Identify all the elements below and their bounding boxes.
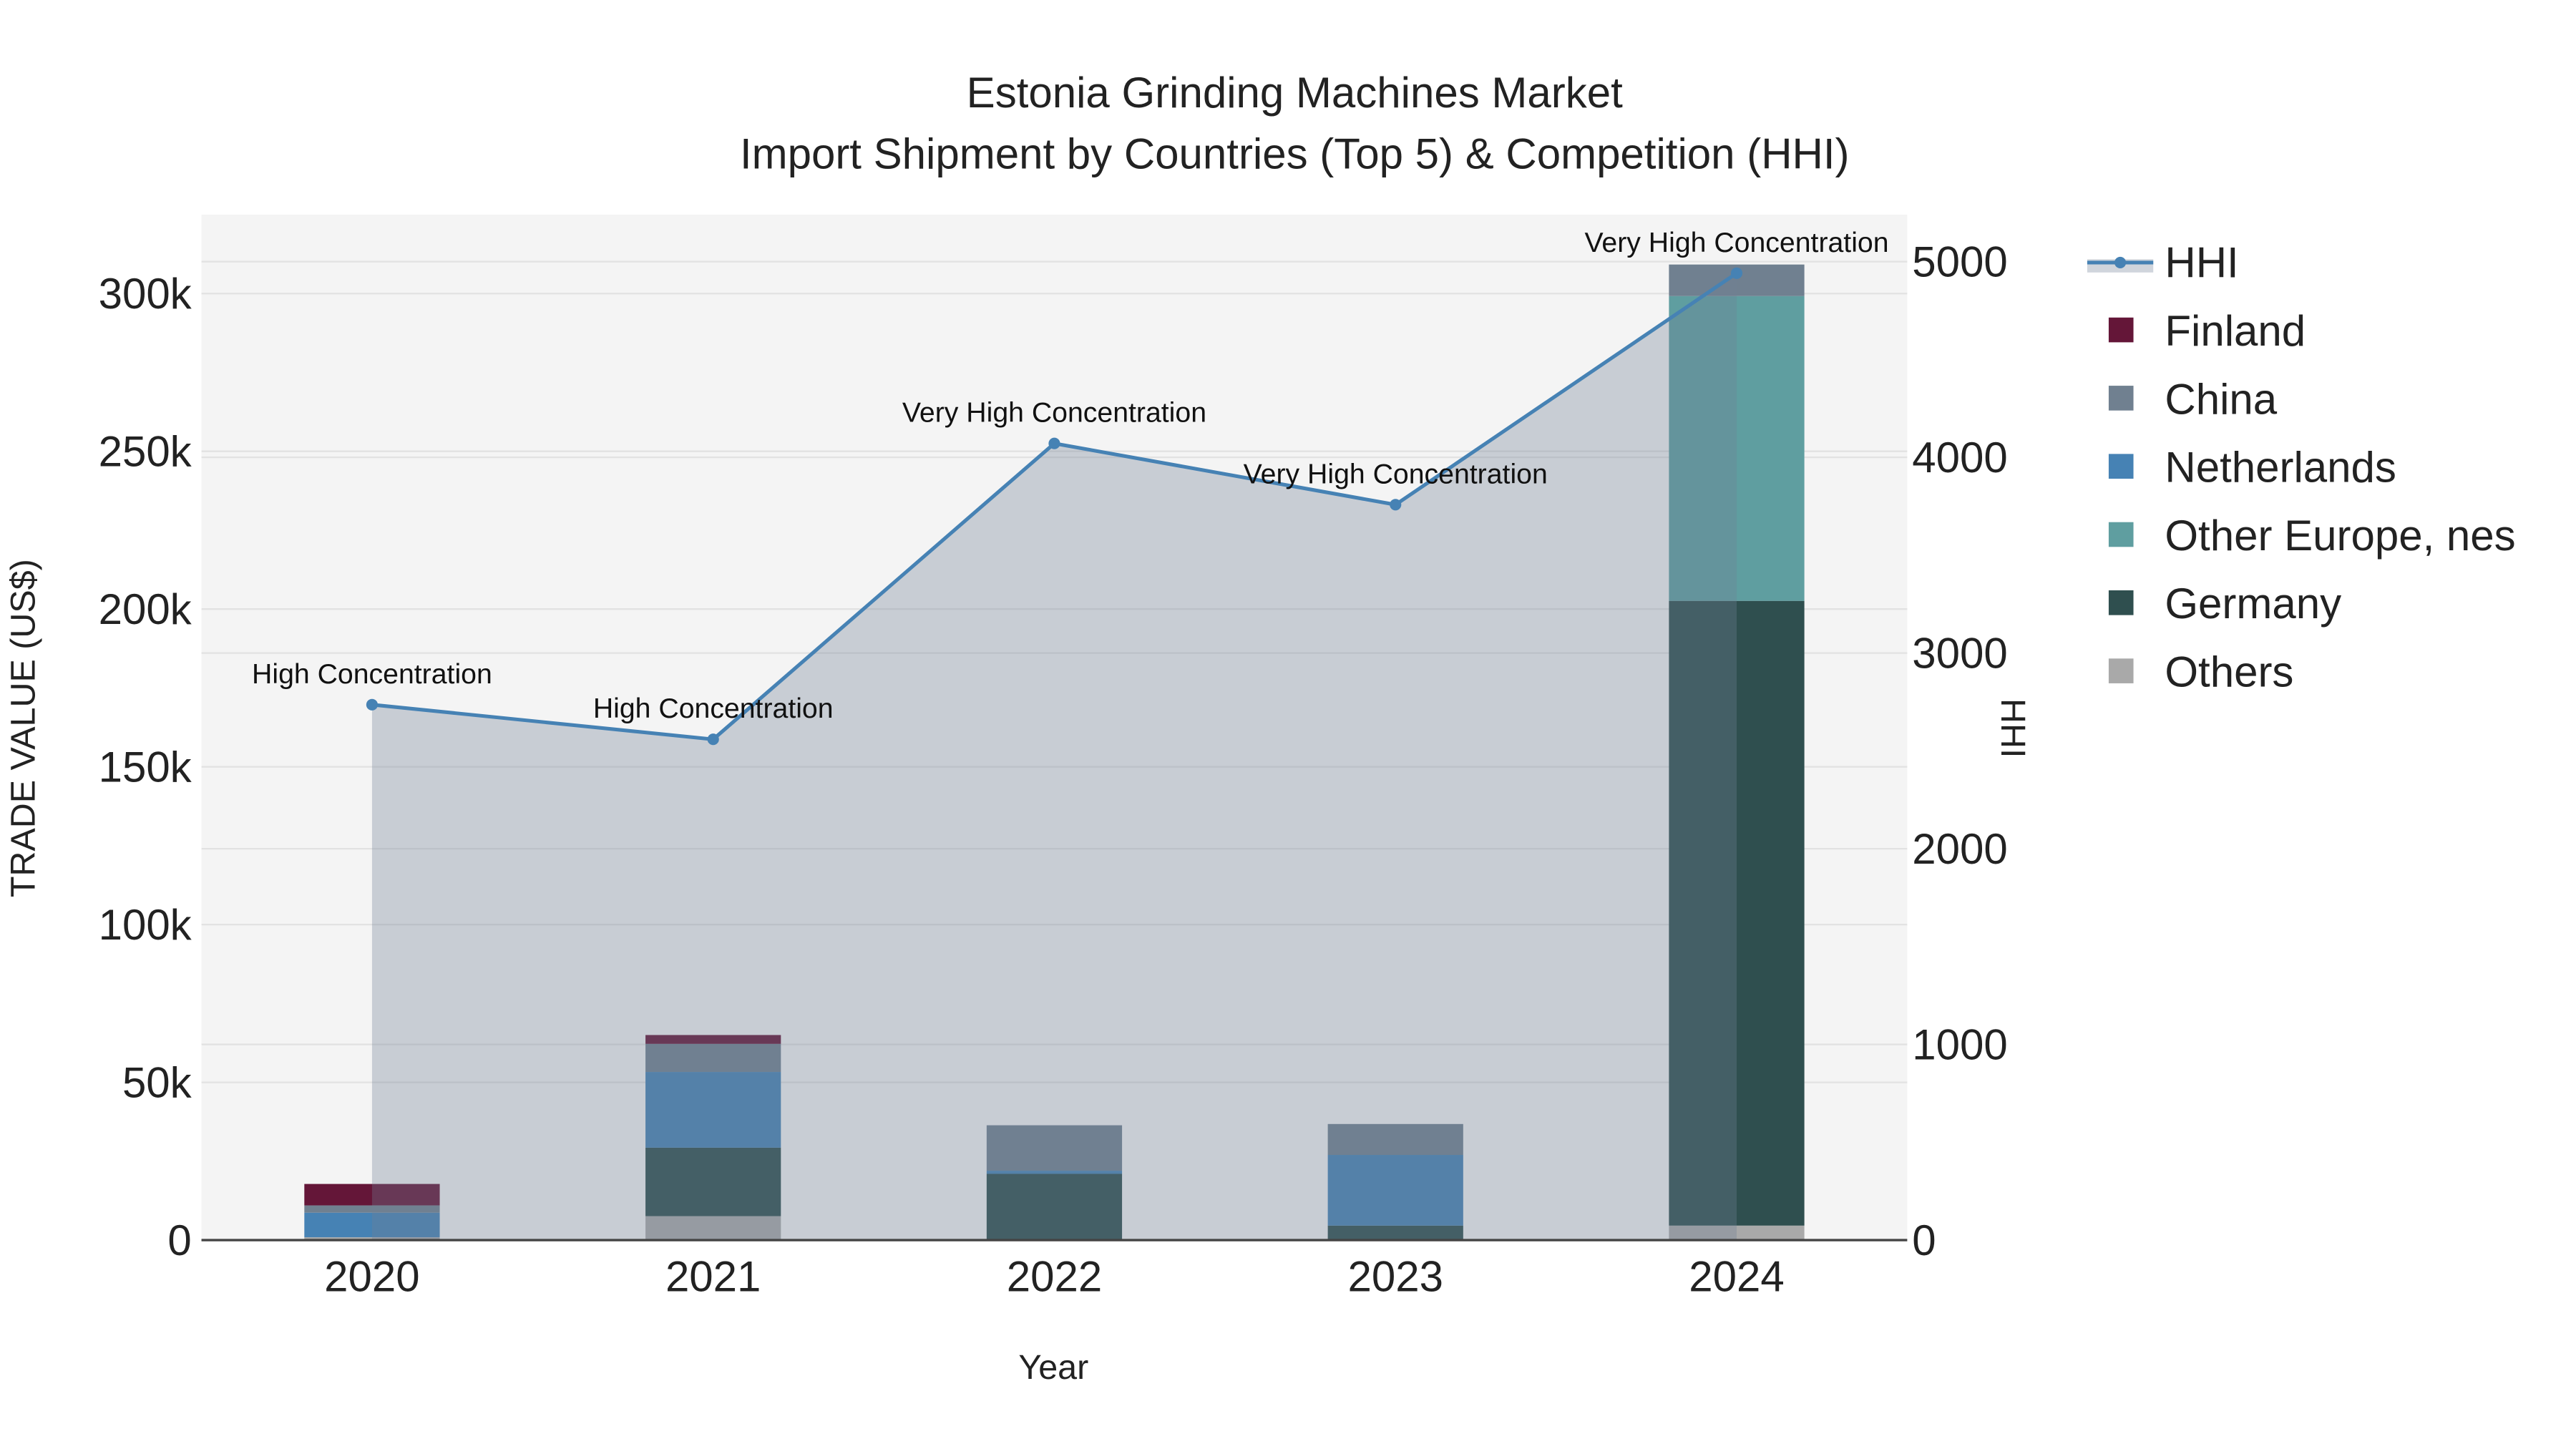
legend-label: Others [2165,648,2293,696]
y-tick-label: 0 [167,1216,191,1264]
y2-tick-label: 3000 [1912,629,2007,677]
legend-swatch [2108,386,2134,411]
x-tick-label: 2020 [324,1253,419,1301]
y-tick-label: 150k [99,743,192,791]
legend-label: Finland [2165,307,2306,355]
y-tick-label: 250k [99,427,192,475]
legend-label: HHI [2165,239,2238,287]
hhi-point [366,698,378,711]
y-tick-label: 100k [99,901,192,949]
y-tick-label: 300k [99,270,192,318]
hhi-annotation: Very High Concentration [1244,458,1548,489]
legend-label: China [2165,375,2277,423]
hhi-point [1730,267,1743,279]
legend-marker-hhi [2114,256,2127,268]
y-axis-title: TRADE VALUE (US$) [4,559,42,897]
y-tick-label: 200k [99,585,192,633]
hhi-point [1390,499,1402,511]
y2-axis-title: HHI [1994,698,2032,758]
hhi-point [1048,437,1060,449]
legend: HHI Finland China Netherlands Other Europe, … [2087,239,2516,696]
x-tick-label: 2021 [665,1253,761,1301]
y2-tick-label: 4000 [1912,434,2007,482]
legend-label: Other Europe, nes [2165,512,2515,560]
hhi-annotation: Very High Concentration [1584,227,1888,258]
y2-tick-label: 1000 [1912,1020,2007,1068]
chart-subtitle: Import Shipment by Countries (Top 5) & C… [740,130,1850,177]
x-axis-title: Year [1018,1348,1088,1387]
legend-swatch [2108,590,2134,615]
x-tick-label: 2024 [1689,1253,1784,1301]
hhi-point [707,733,719,746]
legend-swatch [2108,454,2134,479]
y2-tick-label: 5000 [1912,238,2007,286]
x-tick-label: 2022 [1007,1253,1102,1301]
x-tick-label: 2023 [1347,1253,1443,1301]
legend-swatch [2108,522,2134,547]
legend-label: Netherlands [2165,444,2396,492]
hhi-annotation: Very High Concentration [902,397,1206,429]
chart: Estonia Grinding Machines Market Import … [4,69,2516,1387]
hhi-annotation: High Concentration [252,658,492,690]
legend-swatch [2108,658,2134,683]
legend-swatch [2108,317,2134,343]
y-tick-label: 50k [122,1058,192,1106]
y2-tick-label: 2000 [1912,825,2007,873]
legend-label: Germany [2165,580,2341,628]
chart-title: Estonia Grinding Machines Market [967,69,1623,117]
hhi-annotation: High Concentration [593,693,834,724]
y2-tick-label: 0 [1912,1216,1936,1264]
